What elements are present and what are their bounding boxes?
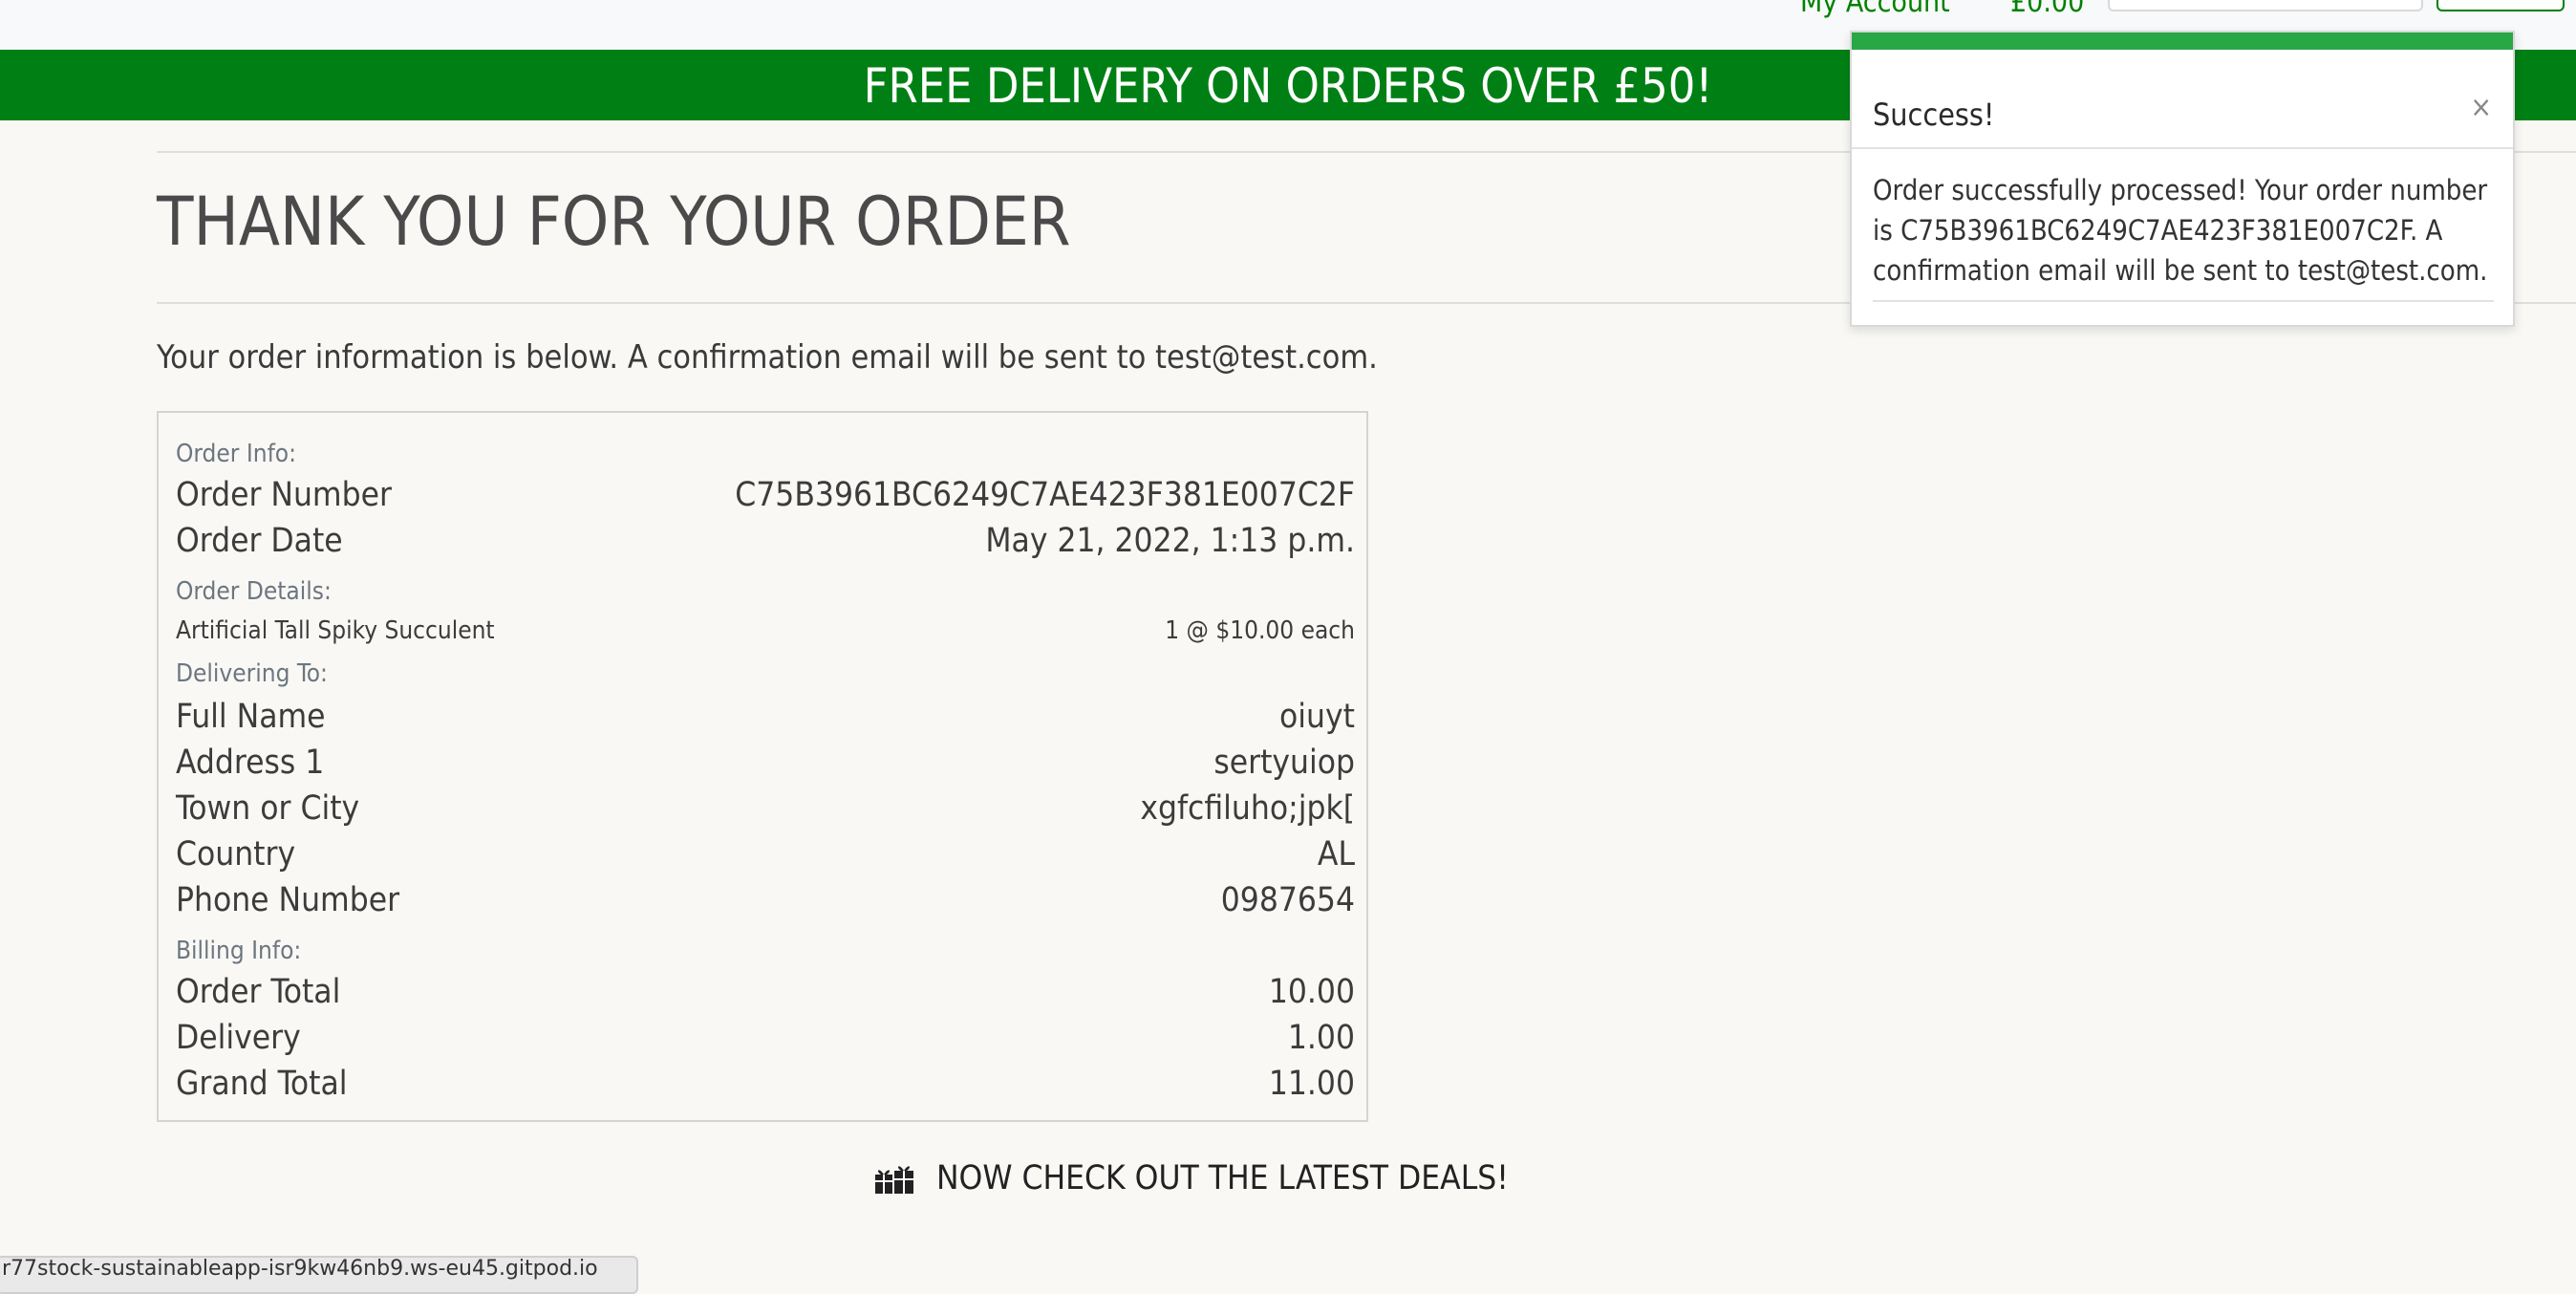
order-number-row: Order Number C75B3961BC6249C7AE423F381E0… (176, 474, 1355, 516)
billing-info-heading: Billing Info: (176, 937, 302, 965)
town-value: xgfcfiluho;jpk[ (1140, 789, 1355, 828)
country-row: Country AL (176, 833, 1355, 875)
gifts-icon (875, 1166, 913, 1194)
address1-value: sertyuiop (1213, 744, 1355, 782)
phone-value: 0987654 (1220, 881, 1355, 919)
order-info-heading: Order Info: (176, 440, 296, 468)
order-total-label: Order Total (176, 973, 341, 1011)
order-number-label: Order Number (176, 476, 392, 514)
order-summary-card: Order Info: Order Number C75B3961BC6249C… (157, 411, 1368, 1122)
phone-label: Phone Number (176, 881, 400, 919)
toast-title: Success! (1873, 97, 1995, 133)
delivering-to-heading: Delivering To: (176, 659, 328, 688)
order-date-row: Order Date May 21, 2022, 1:13 p.m. (176, 520, 1355, 562)
order-date-value: May 21, 2022, 1:13 p.m. (985, 522, 1355, 560)
grand-total-row: Grand Total 11.00 (176, 1063, 1355, 1105)
latest-deals-link[interactable]: NOW CHECK OUT THE LATEST DEALS! (873, 1154, 1509, 1202)
toast-header: Success! × (1852, 50, 2513, 149)
address1-row: Address 1 sertyuiop (176, 742, 1355, 784)
page-title: THANK YOU FOR YOUR ORDER (157, 183, 1071, 261)
search-button[interactable] (2436, 0, 2565, 11)
close-icon[interactable]: × (2470, 94, 2492, 122)
full-name-label: Full Name (176, 698, 326, 736)
my-account-link[interactable]: My Account (1800, 0, 1950, 17)
latest-deals-label: NOW CHECK OUT THE LATEST DEALS! (936, 1159, 1509, 1197)
delivery-row: Delivery 1.00 (176, 1017, 1355, 1059)
basket-total-link[interactable]: £0.00 (2010, 0, 2084, 17)
line-item-name: Artificial Tall Spiky Succulent (176, 616, 495, 645)
address1-label: Address 1 (176, 744, 325, 782)
grand-total-value: 11.00 (1268, 1065, 1355, 1103)
town-label: Town or City (176, 789, 360, 828)
order-total-row: Order Total 10.00 (176, 971, 1355, 1013)
order-total-value: 10.00 (1268, 973, 1355, 1011)
toast-message: Order successfully processed! Your order… (1873, 170, 2494, 302)
order-details-heading: Order Details: (176, 577, 332, 606)
order-date-label: Order Date (176, 522, 343, 560)
delivery-label: Delivery (176, 1019, 301, 1057)
phone-row: Phone Number 0987654 (176, 879, 1355, 921)
full-name-row: Full Name oiuyt (176, 696, 1355, 738)
town-row: Town or City xgfcfiluho;jpk[ (176, 787, 1355, 830)
country-value: AL (1317, 835, 1355, 873)
success-toast: Success! × Order successfully processed!… (1850, 31, 2515, 327)
grand-total-label: Grand Total (176, 1065, 348, 1103)
toast-accent-bar (1852, 32, 2513, 50)
line-item-row: Artificial Tall Spiky Succulent 1 @ $10.… (176, 615, 1355, 646)
delivery-value: 1.00 (1287, 1019, 1355, 1057)
search-input[interactable] (2108, 0, 2423, 11)
status-bar-url: r77stock-sustainableapp-isr9kw46nb9.ws-e… (0, 1256, 638, 1294)
country-label: Country (176, 835, 296, 873)
intro-text: Your order information is below. A confi… (157, 338, 1378, 377)
order-number-value: C75B3961BC6249C7AE423F381E007C2F (735, 476, 1355, 514)
line-item-qty-price: 1 @ $10.00 each (1165, 616, 1355, 645)
full-name-value: oiuyt (1279, 698, 1355, 736)
